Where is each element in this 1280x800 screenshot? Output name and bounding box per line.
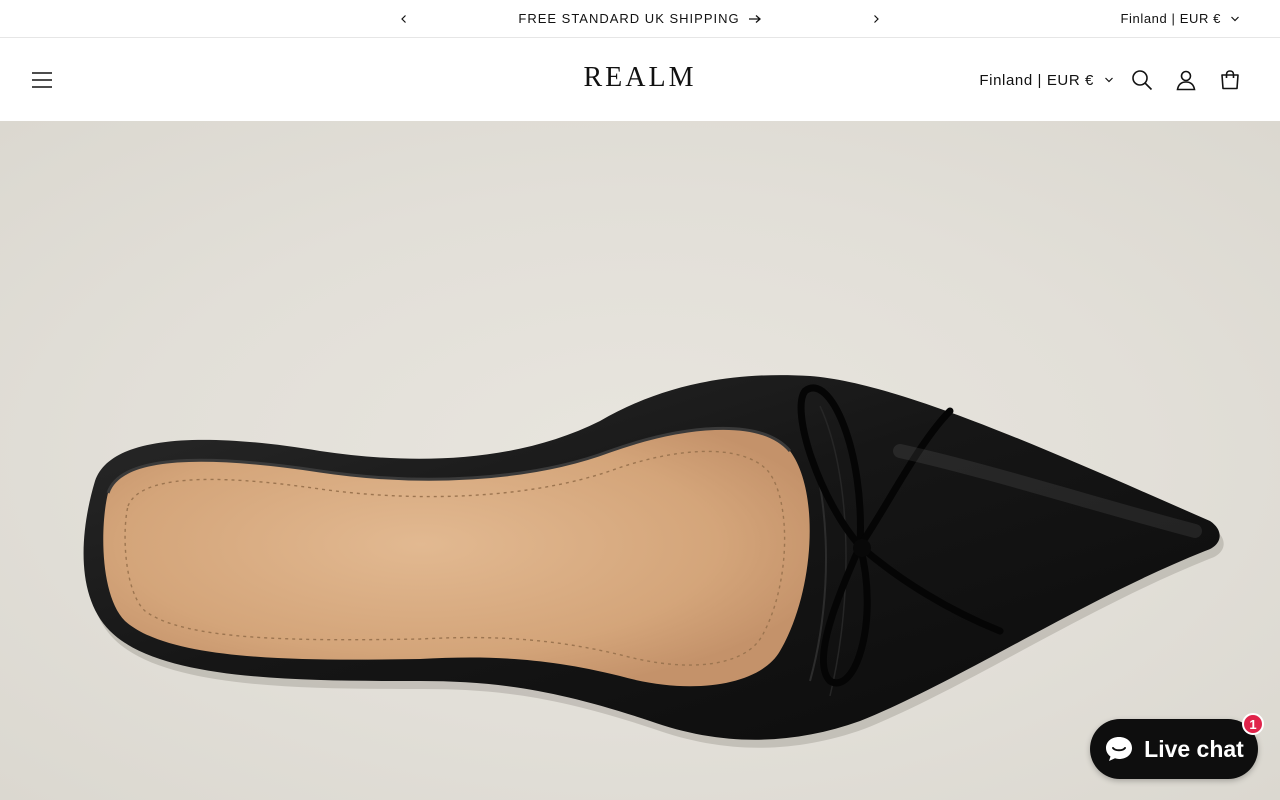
announcement-link[interactable]: FREE STANDARD UK SHIPPING	[440, 0, 840, 37]
site-header: REALM Finland | EUR €	[0, 38, 1280, 121]
cart-icon	[1221, 70, 1239, 90]
country-selector-label: Finland | EUR €	[979, 71, 1094, 89]
chat-bubble-icon	[1106, 737, 1133, 761]
live-chat-button[interactable]: Live chat 1	[1090, 713, 1264, 779]
announcement-prev-button[interactable]	[394, 9, 414, 29]
arrow-right-icon	[748, 14, 761, 23]
cart-button[interactable]	[1214, 64, 1246, 96]
hero-banner[interactable]	[0, 121, 1280, 800]
search-icon	[1132, 70, 1153, 91]
chevron-right-icon	[874, 15, 879, 23]
search-button[interactable]	[1126, 64, 1158, 96]
chevron-left-icon	[401, 15, 406, 23]
brand-logo[interactable]: REALM	[540, 62, 740, 94]
chevron-down-icon	[1231, 16, 1239, 21]
menu-icon	[32, 72, 52, 88]
hero-shoe-image	[83, 375, 1224, 748]
announcement-next-button[interactable]	[866, 9, 886, 29]
chat-unread-badge: 1	[1242, 713, 1264, 735]
menu-button[interactable]	[26, 64, 58, 96]
country-selector[interactable]: Finland | EUR €	[979, 64, 1114, 96]
announcement-bar: FREE STANDARD UK SHIPPING Finland | EUR …	[0, 0, 1280, 38]
announcement-text: FREE STANDARD UK SHIPPING	[518, 11, 740, 26]
account-icon	[1176, 70, 1196, 91]
country-selector-label: Finland | EUR €	[1120, 11, 1221, 26]
chevron-down-icon	[1105, 77, 1113, 83]
account-button[interactable]	[1170, 64, 1202, 96]
live-chat-label: Live chat	[1144, 735, 1244, 762]
country-selector-top[interactable]: Finland | EUR €	[1120, 0, 1240, 37]
